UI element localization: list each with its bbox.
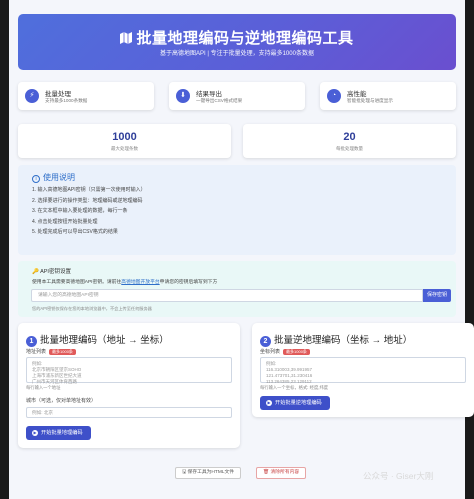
api-desc: 使用本工具需要高德地图API密钥。请前往高德地图开放平台申请您的密钥后填写到下方 [32,280,218,285]
feature-desc: 智能批处理与进度显示 [347,98,393,103]
api-key-input[interactable]: 请输入您的高德地图API密钥 [31,289,423,302]
feature-title: 结果导出 [196,91,222,98]
save-html-button[interactable]: 🖫 保存工具为HTML文件 [175,467,242,479]
city-label: 城市（可选，仅对单地址有效） [26,398,97,404]
regeocode-title: 2 批量逆地理编码（坐标 → 地址） [260,332,412,347]
step-one-icon: 1 [26,336,37,347]
address-textarea[interactable]: 例如: 北京市朝阳区望京SOHO 上海市浦东新区世纪大道 广州市天河区体育西路 [26,357,232,384]
usage-step: 5. 处理完成后可以导出CSV格式的结果 [32,229,118,235]
stat-max-count: 1000 最大处理条数 [18,124,231,158]
feature-card-export: ⬇ 结果导出 一键导出CSV格式结果 [169,82,305,110]
stat-label: 每批处理数量 [336,146,363,151]
coordinate-hint: 每行输入一个坐标，格式: 经度,纬度 [260,385,329,390]
coordinate-list-label: 坐标列表 最多1000条 [260,348,310,355]
map-icon [120,32,133,44]
max-count-badge: 最多1000条 [283,349,310,355]
usage-steps: 1. 输入高德地图API密钥（只需第一次使用时输入） 2. 选择要进行的操作类型… [32,185,146,238]
stat-value: 20 [343,131,356,143]
watermark: 公众号 · Giser大刚 [363,471,434,481]
feature-card-batch: ⚡ 批量处理 支持最多1000条数据 [18,82,154,110]
play-icon: ▶ [32,430,38,436]
usage-step: 2. 选择要进行的操作类型：地理编码或逆地理编码 [32,197,143,204]
header-banner: 批量地理编码与逆地理编码工具 基于高德地图API | 专注于批量处理，支持最多1… [18,14,456,70]
usage-step: 4. 点击处理按钮开始批量处理 [32,218,98,225]
page-title: 批量地理编码与逆地理编码工具 [18,27,456,48]
api-note: 您的API密钥仅保存在您的本地浏览器中，不会上传至任何服务器 [32,306,152,311]
trash-icon: 🗑 [263,470,270,475]
feature-desc: 支持最多1000条数据 [45,98,88,103]
download-icon: ⬇ [176,89,190,103]
max-count-badge: 最多1000条 [49,349,76,355]
info-icon: i [32,175,40,183]
save-icon: 🖫 [182,470,187,475]
start-geocode-button[interactable]: ▶ 开始批量地理编码 [26,426,91,440]
city-input[interactable]: 例如: 北京 [26,407,232,418]
stat-value: 1000 [112,131,137,143]
api-key-section: 🔑 API密钥设置 使用本工具需要高德地图API密钥。请前往高德地图开放平台申请… [18,261,456,317]
usage-step: 1. 输入高德地图API密钥（只需第一次使用时输入） [32,187,146,193]
gauge-icon: ◔ [327,89,341,103]
regeocode-panel: 2 批量逆地理编码（坐标 → 地址） 坐标列表 最多1000条 例如: 116.31… [252,323,474,417]
bolt-icon: ⚡ [25,89,39,103]
page-title-text: 批量地理编码与逆地理编码工具 [136,30,354,47]
feature-title: 高性能 [347,91,367,98]
address-list-label: 地址列表 最多1000条 [26,348,76,355]
amap-open-platform-link[interactable]: 高德地图开放平台 [121,280,159,285]
api-title: 🔑 API密钥设置 [32,269,71,275]
play-icon: ▶ [266,400,272,406]
stat-batch-size: 20 每批处理数量 [243,124,456,158]
geocode-title: 1 批量地理编码（地址 → 坐标） [26,332,169,347]
feature-desc: 一键导出CSV格式结果 [196,98,243,103]
stat-label: 最大处理条数 [111,146,138,151]
address-hint: 每行输入一个地址 [26,385,61,390]
clear-all-button[interactable]: 🗑 清除所有内容 [256,467,307,479]
geocode-panel: 1 批量地理编码（地址 → 坐标） 地址列表 最多1000条 例如: 北京市朝阳区望… [18,323,240,448]
usage-step: 3. 在文本框中输入要处理的数据，每行一条 [32,208,128,214]
save-key-button[interactable]: 保存密钥 [423,289,451,302]
start-regeocode-button[interactable]: ▶ 开始批量逆地理编码 [260,396,330,410]
coordinate-textarea[interactable]: 例如: 116.310003,39.991957 121.473701,31.2… [260,357,466,384]
feature-card-performance: ◔ 高性能 智能批处理与进度显示 [320,82,456,110]
key-icon: 🔑 [32,269,39,275]
feature-title: 批量处理 [45,91,71,98]
usage-instructions: i 使用说明 1. 输入高德地图API密钥（只需第一次使用时输入） 2. 选择要进… [18,165,456,255]
page-subtitle: 基于高德地图API | 专注于批量处理，支持最多1000条数据 [160,51,314,57]
usage-title: i 使用说明 [32,172,75,183]
app-page: 批量地理编码与逆地理编码工具 基于高德地图API | 专注于批量处理，支持最多1… [9,0,474,499]
step-two-icon: 2 [260,336,271,347]
